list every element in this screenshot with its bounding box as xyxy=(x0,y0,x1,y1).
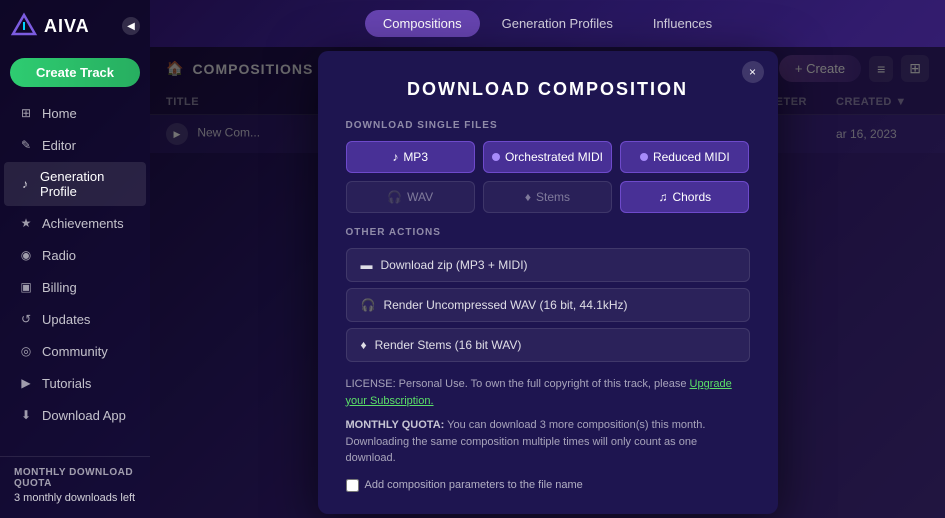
stems-download-button[interactable]: ♦ Stems xyxy=(483,181,612,213)
render-stems-icon: ♦ xyxy=(361,338,367,352)
sidebar-footer: MONTHLY DOWNLOAD QUOTA 3 monthly downloa… xyxy=(0,456,150,518)
render-wav-icon: 🎧 xyxy=(361,298,376,312)
radio-icon: ◉ xyxy=(18,247,34,263)
logo-text: AIVA xyxy=(44,16,90,37)
monthly-quota-label: MONTHLY DOWNLOAD QUOTA xyxy=(14,467,136,489)
license-text: LICENSE: Personal Use. To own the full c… xyxy=(346,376,750,409)
quota-text: MONTHLY QUOTA: You can download 3 more c… xyxy=(346,417,750,467)
reduced-midi-dot xyxy=(640,153,648,161)
other-actions-section: OTHER ACTIONS ▬ Download zip (MP3 + MIDI… xyxy=(346,227,750,362)
sidebar-item-updates[interactable]: ↺ Updates xyxy=(4,304,146,334)
sidebar-item-updates-label: Updates xyxy=(42,312,90,327)
top-navigation: Compositions Generation Profiles Influen… xyxy=(150,0,945,47)
orchestrated-midi-button[interactable]: Orchestrated MIDI xyxy=(483,141,612,173)
top-nav-tabs: Compositions Generation Profiles Influen… xyxy=(365,10,730,37)
community-icon: ◎ xyxy=(18,343,34,359)
editor-icon: ✎ xyxy=(18,137,34,153)
add-params-checkbox[interactable] xyxy=(346,479,359,492)
monthly-quota-value: 3 monthly downloads left xyxy=(14,492,136,504)
sidebar-item-billing[interactable]: ▣ Billing xyxy=(4,272,146,302)
sidebar-item-download-app-label: Download App xyxy=(42,408,126,423)
download-zip-button[interactable]: ▬ Download zip (MP3 + MIDI) xyxy=(346,248,750,282)
sidebar: AIVA ◀ Create Track ⊞ Home ✎ Editor ♪ Ge… xyxy=(0,0,150,518)
wav-icon: 🎧 xyxy=(387,190,402,204)
sidebar-item-achievements[interactable]: ★ Achievements xyxy=(4,208,146,238)
main-content: Compositions Generation Profiles Influen… xyxy=(150,0,945,518)
sidebar-item-community-label: Community xyxy=(42,344,108,359)
download-buttons-row-1: ♪ MP3 Orchestrated MIDI Reduced MIDI xyxy=(346,141,750,173)
stems-icon: ♦ xyxy=(525,190,531,204)
main-wrapper: 🏠 COMPOSITIONS + Create ≡ ⊞ TITLE SOURCE… xyxy=(150,47,945,518)
modal-title: DOWNLOAD COMPOSITION xyxy=(346,79,750,100)
chords-icon: ♫ xyxy=(658,190,667,204)
sidebar-item-tutorials[interactable]: ▶ Tutorials xyxy=(4,368,146,398)
tab-generation-profiles[interactable]: Generation Profiles xyxy=(484,10,631,37)
sidebar-navigation: ⊞ Home ✎ Editor ♪ Generation Profile ★ A… xyxy=(0,97,150,456)
create-track-button[interactable]: Create Track xyxy=(10,58,140,87)
orchestrated-midi-dot xyxy=(492,153,500,161)
other-actions-label: OTHER ACTIONS xyxy=(346,227,750,238)
generation-profile-icon: ♪ xyxy=(18,176,32,192)
reduced-midi-button[interactable]: Reduced MIDI xyxy=(620,141,749,173)
download-buttons-row-2: 🎧 WAV ♦ Stems ♫ Chords xyxy=(346,181,750,213)
sidebar-item-editor[interactable]: ✎ Editor xyxy=(4,130,146,160)
render-stems-button[interactable]: ♦ Render Stems (16 bit WAV) xyxy=(346,328,750,362)
updates-icon: ↺ xyxy=(18,311,34,327)
checkbox-row: Add composition parameters to the file n… xyxy=(346,479,750,492)
checkbox-label: Add composition parameters to the file n… xyxy=(365,479,583,491)
achievements-icon: ★ xyxy=(18,215,34,231)
tab-influences[interactable]: Influences xyxy=(635,10,730,37)
download-composition-modal: × DOWNLOAD COMPOSITION DOWNLOAD SINGLE F… xyxy=(318,51,778,514)
sidebar-item-home-label: Home xyxy=(42,106,77,121)
render-wav-button[interactable]: 🎧 Render Uncompressed WAV (16 bit, 44.1k… xyxy=(346,288,750,322)
sidebar-item-tutorials-label: Tutorials xyxy=(42,376,91,391)
tab-compositions[interactable]: Compositions xyxy=(365,10,480,37)
sidebar-item-community[interactable]: ◎ Community xyxy=(4,336,146,366)
billing-icon: ▣ xyxy=(18,279,34,295)
home-icon: ⊞ xyxy=(18,105,34,121)
mp3-icon: ♪ xyxy=(392,150,398,164)
single-files-section-label: DOWNLOAD SINGLE FILES xyxy=(346,120,750,131)
modal-overlay: × DOWNLOAD COMPOSITION DOWNLOAD SINGLE F… xyxy=(150,47,945,518)
wav-download-button[interactable]: 🎧 WAV xyxy=(346,181,475,213)
sidebar-logo: AIVA ◀ xyxy=(0,0,150,52)
sidebar-item-generation-profile-label: Generation Profile xyxy=(40,169,132,199)
sidebar-item-billing-label: Billing xyxy=(42,280,77,295)
sidebar-item-achievements-label: Achievements xyxy=(42,216,124,231)
sidebar-item-radio[interactable]: ◉ Radio xyxy=(4,240,146,270)
sidebar-item-editor-label: Editor xyxy=(42,138,76,153)
zip-icon: ▬ xyxy=(361,258,373,272)
download-app-icon: ⬇ xyxy=(18,407,34,423)
sidebar-item-generation-profile[interactable]: ♪ Generation Profile xyxy=(4,162,146,206)
sidebar-item-home[interactable]: ⊞ Home xyxy=(4,98,146,128)
modal-close-button[interactable]: × xyxy=(742,61,764,83)
tutorials-icon: ▶ xyxy=(18,375,34,391)
chords-download-button[interactable]: ♫ Chords xyxy=(620,181,749,213)
sidebar-collapse-button[interactable]: ◀ xyxy=(122,17,140,35)
sidebar-item-radio-label: Radio xyxy=(42,248,76,263)
mp3-download-button[interactable]: ♪ MP3 xyxy=(346,141,475,173)
aiva-logo-icon xyxy=(10,12,38,40)
sidebar-item-download-app[interactable]: ⬇ Download App xyxy=(4,400,146,430)
